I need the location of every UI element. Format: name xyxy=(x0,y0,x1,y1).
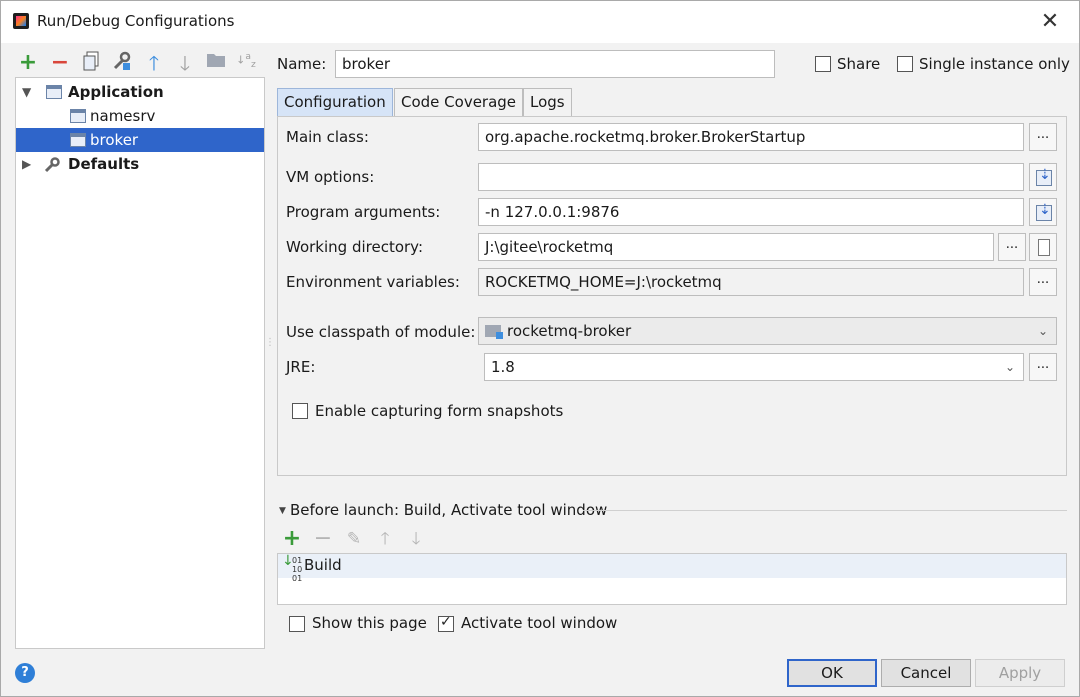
tab-logs[interactable]: Logs xyxy=(523,88,572,116)
wrench-icon xyxy=(44,157,60,173)
before-launch-list: ↓ 01 10 01 Build xyxy=(277,553,1067,605)
environment-variables-input[interactable]: ROCKETMQ_HOME=J:\rocketmq xyxy=(478,268,1024,296)
browse-main-class-button[interactable]: ... xyxy=(1029,123,1057,151)
chevron-right-icon[interactable]: ▶ xyxy=(22,152,31,176)
name-label: Name: xyxy=(277,55,327,73)
tree-item-defaults[interactable]: ▶ Defaults xyxy=(16,152,264,176)
vm-options-input[interactable] xyxy=(478,163,1024,191)
module-icon xyxy=(485,325,503,339)
window-title: Run/Debug Configurations xyxy=(37,12,235,30)
title-bar: Run/Debug Configurations ✕ xyxy=(1,1,1079,43)
main-class-label: Main class: xyxy=(286,128,369,146)
insert-macro-icon[interactable] xyxy=(1029,233,1057,261)
single-instance-checkbox[interactable] xyxy=(897,56,913,72)
cancel-button[interactable]: Cancel xyxy=(881,659,971,687)
jre-select[interactable]: 1.8 ⌄ xyxy=(484,353,1024,381)
tree-item-label: namesrv xyxy=(90,107,156,125)
tab-configuration[interactable]: Configuration xyxy=(277,88,393,116)
classpath-module-select[interactable]: rocketmq-broker ⌄ xyxy=(478,317,1057,345)
ok-button[interactable]: OK xyxy=(787,659,877,687)
tree-item-namesrv[interactable]: namesrv xyxy=(16,104,264,128)
chevron-down-icon: ⌄ xyxy=(1037,324,1048,338)
apply-button[interactable]: Apply xyxy=(975,659,1065,687)
remove-task-icon[interactable]: − xyxy=(312,528,334,550)
vm-options-label: VM options: xyxy=(286,168,375,186)
remove-icon[interactable]: − xyxy=(49,51,71,75)
show-page-label[interactable]: Show this page xyxy=(312,614,427,632)
add-icon[interactable]: + xyxy=(17,51,39,75)
collapse-triangle-icon[interactable]: ▼ xyxy=(279,506,286,516)
tree-item-label: broker xyxy=(90,131,139,149)
edit-environment-variables-button[interactable]: ... xyxy=(1029,268,1057,296)
sort-icon[interactable]: ↓az xyxy=(235,51,257,75)
move-down-icon[interactable]: 🡓 xyxy=(174,51,196,75)
working-directory-label: Working directory: xyxy=(286,238,424,256)
binary-icon: 01 10 01 xyxy=(292,556,303,583)
activate-tool-window-label[interactable]: Activate tool window xyxy=(461,614,617,632)
help-icon[interactable]: ? xyxy=(15,663,35,683)
list-item-label: Build xyxy=(304,556,342,574)
name-input[interactable]: broker xyxy=(335,50,775,78)
tree-toolbar: + − 🡑 🡓 ↓az xyxy=(15,49,265,77)
expand-vm-options-icon[interactable] xyxy=(1029,163,1057,191)
chevron-down-icon[interactable]: ▼ xyxy=(22,80,31,104)
list-item[interactable]: ↓ 01 10 01 Build xyxy=(278,554,1066,583)
add-task-icon[interactable]: + xyxy=(281,528,303,550)
application-icon xyxy=(46,85,62,99)
expand-program-arguments-icon[interactable] xyxy=(1029,198,1057,226)
jre-value: 1.8 xyxy=(491,358,515,376)
splitter-handle[interactable]: ⋮ xyxy=(265,337,275,348)
application-config-icon xyxy=(70,109,86,123)
chevron-down-icon: ⌄ xyxy=(1004,360,1015,374)
tree-item-broker[interactable]: broker xyxy=(16,128,264,152)
tab-code-coverage[interactable]: Code Coverage xyxy=(394,88,524,116)
show-page-checkbox[interactable] xyxy=(289,616,305,632)
copy-icon[interactable] xyxy=(81,51,103,75)
program-arguments-label: Program arguments: xyxy=(286,203,441,221)
program-arguments-input[interactable]: -n 127.0.0.1:9876 xyxy=(478,198,1024,226)
activate-tool-window-checkbox[interactable] xyxy=(438,614,454,632)
environment-variables-label: Environment variables: xyxy=(286,273,460,291)
share-checkbox[interactable] xyxy=(815,56,831,72)
edit-defaults-icon[interactable] xyxy=(111,51,133,75)
form-snapshots-label[interactable]: Enable capturing form snapshots xyxy=(315,402,563,420)
edit-task-icon[interactable]: ✎ xyxy=(343,528,365,550)
working-directory-input[interactable]: J:\gitee\rocketmq xyxy=(478,233,994,261)
section-divider xyxy=(583,510,1067,511)
tree-item-label: Defaults xyxy=(68,155,140,173)
tree-item-label: Application xyxy=(68,83,164,101)
browse-working-directory-button[interactable]: ... xyxy=(998,233,1026,261)
classpath-module-label: Use classpath of module: xyxy=(286,323,476,341)
single-instance-label[interactable]: Single instance only xyxy=(919,55,1070,73)
classpath-module-value: rocketmq-broker xyxy=(507,322,632,340)
configurations-tree: ▼ Application namesrv broker ▶ Defaults xyxy=(15,77,265,649)
form-snapshots-checkbox[interactable] xyxy=(292,403,308,419)
main-class-input[interactable]: org.apache.rocketmq.broker.BrokerStartup xyxy=(478,123,1024,151)
move-task-down-icon[interactable]: 🡓 xyxy=(405,528,427,550)
share-label[interactable]: Share xyxy=(837,55,880,73)
application-config-icon xyxy=(70,133,86,147)
before-launch-title[interactable]: Before launch: Build, Activate tool wind… xyxy=(290,501,607,519)
move-up-icon[interactable]: 🡑 xyxy=(143,51,165,75)
run-debug-dialog: Run/Debug Configurations ✕ + − 🡑 🡓 ↓az ▼… xyxy=(0,0,1080,697)
close-icon[interactable]: ✕ xyxy=(1035,7,1065,37)
browse-jre-button[interactable]: ... xyxy=(1029,353,1057,381)
jre-label: JRE: xyxy=(286,358,316,376)
intellij-app-icon xyxy=(13,13,29,29)
folder-icon[interactable] xyxy=(205,51,227,75)
tree-item-application[interactable]: ▼ Application xyxy=(16,80,264,104)
move-task-up-icon[interactable]: 🡑 xyxy=(374,528,396,550)
